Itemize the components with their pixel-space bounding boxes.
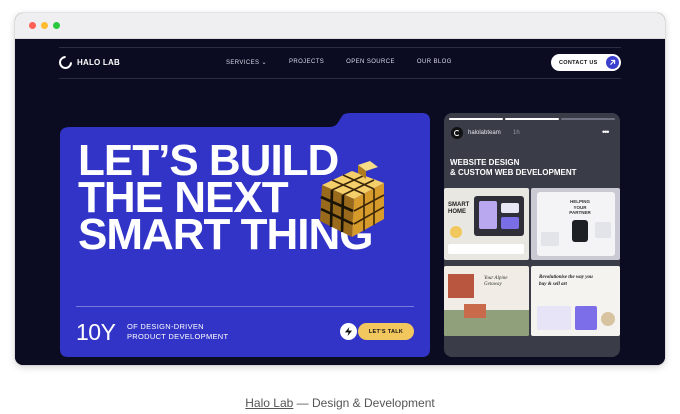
thumbnail-1-strip bbox=[448, 244, 524, 254]
portfolio-thumbnail-4[interactable]: Revolutionise the way you buy & sell art bbox=[531, 266, 620, 336]
thumbnail-2-text: HELPING YOUR PARTNER bbox=[569, 199, 591, 215]
menu-item-services[interactable]: SERVICES ⌄ bbox=[226, 59, 267, 66]
caption-text: — Design & Development bbox=[293, 396, 435, 410]
stat-line-1: OF DESIGN-DRIVEN bbox=[127, 322, 204, 331]
thumbnail-1-device bbox=[474, 196, 524, 236]
instagram-story-card[interactable]: halolabteam 1h ••• WEBSITE DESIGN & CUST… bbox=[444, 113, 620, 357]
lets-talk-label: LET’S TALK bbox=[368, 328, 404, 335]
portfolio-thumbnail-3[interactable]: Your Alpine Getaway bbox=[444, 266, 529, 336]
golden-cube-illustration bbox=[320, 161, 385, 237]
hero-panel: LET’S BUILD THE NEXT SMART THING 10Y OF … bbox=[60, 113, 430, 357]
story-title-line-2: & CUSTOM WEB DEVELOPMENT bbox=[450, 168, 577, 177]
site-logo[interactable]: HALO LAB bbox=[56, 53, 120, 72]
lightning-icon[interactable] bbox=[340, 323, 357, 340]
stat-line-2: PRODUCT DEVELOPMENT bbox=[127, 332, 229, 341]
story-progress-segment bbox=[449, 118, 503, 120]
portfolio-thumbnail-1[interactable]: SMART HOME bbox=[444, 188, 529, 260]
maximize-window-dot[interactable] bbox=[53, 22, 60, 29]
story-username[interactable]: halolabteam bbox=[468, 130, 501, 136]
story-time: 1h bbox=[513, 130, 520, 136]
thumbnail-3-cabin bbox=[464, 304, 486, 318]
halo-lab-link[interactable]: Halo Lab bbox=[245, 396, 293, 410]
thumbnail-4-text: Revolutionise the way you buy & sell art bbox=[539, 275, 593, 287]
thumbnail-3-image bbox=[448, 274, 474, 298]
lets-talk-button[interactable]: LET’S TALK bbox=[358, 323, 414, 340]
browser-window: HALO LAB SERVICES ⌄ PROJECTS OPEN SOURCE… bbox=[15, 13, 665, 365]
hero-divider bbox=[76, 306, 414, 307]
thumbnail-4-card bbox=[537, 306, 571, 330]
story-avatar[interactable] bbox=[451, 127, 463, 139]
contact-arrow-icon bbox=[606, 56, 619, 69]
halo-logo-icon bbox=[454, 130, 460, 136]
nav-bottom-divider bbox=[59, 78, 621, 79]
stat-description: OF DESIGN-DRIVEN PRODUCT DEVELOPMENT bbox=[127, 322, 228, 342]
contact-us-label: CONTACT US bbox=[559, 59, 598, 66]
website-viewport: HALO LAB SERVICES ⌄ PROJECTS OPEN SOURCE… bbox=[15, 39, 665, 365]
halo-logo-icon bbox=[56, 53, 75, 72]
story-progress-segment bbox=[561, 118, 615, 120]
nav-top-divider bbox=[59, 47, 621, 48]
menu-item-our-blog[interactable]: OUR BLOG bbox=[417, 59, 452, 66]
contact-us-button[interactable]: CONTACT US bbox=[551, 54, 621, 71]
menu-item-projects[interactable]: PROJECTS bbox=[289, 59, 324, 66]
main-menu: SERVICES ⌄ PROJECTS OPEN SOURCE OUR BLOG bbox=[226, 59, 452, 66]
thumbnail-1-shape bbox=[450, 226, 462, 238]
stat-number: 10Y bbox=[76, 319, 116, 345]
menu-item-services-label: SERVICES bbox=[226, 60, 260, 66]
thumbnail-4-card bbox=[575, 306, 597, 330]
close-window-dot[interactable] bbox=[29, 22, 36, 29]
thumbnail-3-landscape bbox=[444, 310, 529, 336]
thumbnail-1-text: SMART HOME bbox=[448, 202, 470, 215]
page-caption: Halo Lab — Design & Development bbox=[0, 396, 680, 410]
story-progress-bars bbox=[449, 118, 615, 120]
thumbnail-3-text: Your Alpine Getaway bbox=[484, 276, 508, 287]
story-title-line-1: WEBSITE DESIGN bbox=[450, 158, 520, 167]
portfolio-thumbnail-2[interactable]: HELPING YOUR PARTNER bbox=[531, 188, 620, 260]
story-title: WEBSITE DESIGN & CUSTOM WEB DEVELOPMENT bbox=[450, 158, 577, 178]
more-options-icon[interactable]: ••• bbox=[602, 127, 610, 137]
story-progress-segment bbox=[505, 118, 559, 120]
logo-text: HALO LAB bbox=[77, 58, 120, 67]
thumbnail-4-avatar bbox=[601, 312, 615, 326]
menu-item-open-source[interactable]: OPEN SOURCE bbox=[346, 59, 395, 66]
chevron-down-icon: ⌄ bbox=[261, 60, 267, 66]
minimize-window-dot[interactable] bbox=[41, 22, 48, 29]
browser-titlebar bbox=[15, 13, 665, 39]
